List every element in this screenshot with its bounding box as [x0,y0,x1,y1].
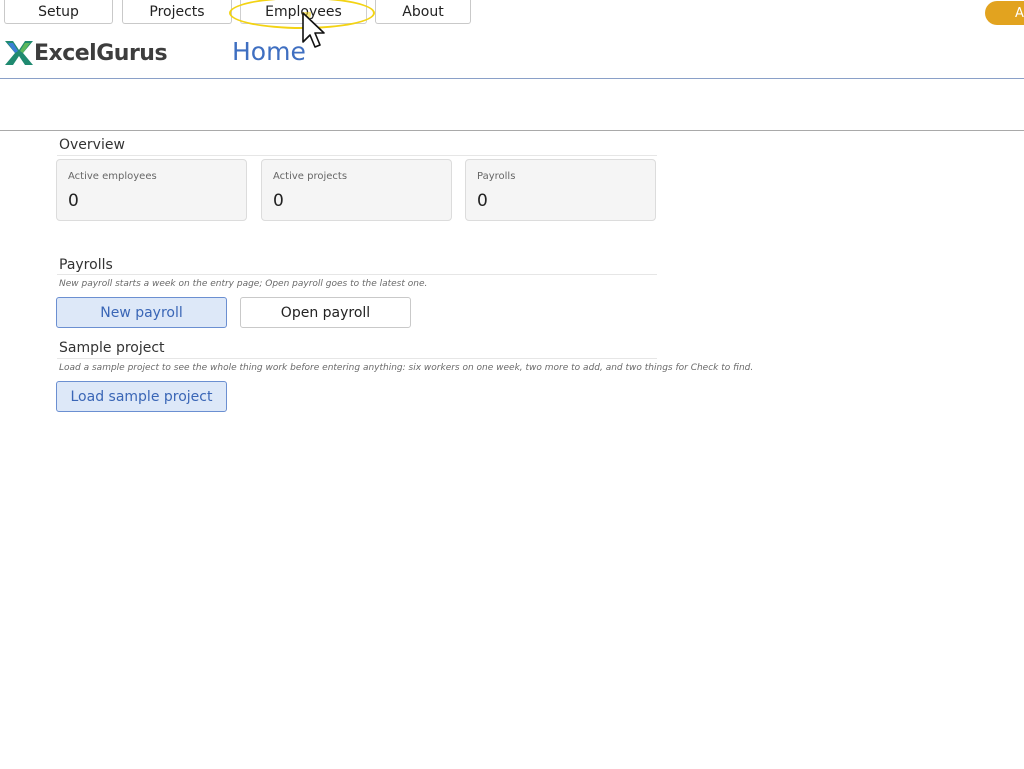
brand-logo: ExcelGurus [5,38,168,68]
stat-label: Active employees [68,171,157,182]
sample-project-note: Load a sample project to see the whole t… [59,363,754,373]
mouse-cursor-icon [302,12,325,48]
brand-name: ExcelGurus [34,40,168,66]
open-payroll-button[interactable]: Open payroll [240,297,411,328]
payrolls-note: New payroll starts a week on the entry p… [59,279,428,289]
toolbar-divider [0,130,1024,131]
stat-label: Payrolls [477,171,516,182]
payrolls-title: Payrolls [59,257,113,273]
tab-projects[interactable]: Projects [122,0,232,24]
header-divider [0,78,1024,79]
stat-label: Active projects [273,171,348,182]
payrolls-divider [57,274,657,275]
stat-card-payrolls: Payrolls 0 [465,159,656,221]
sample-project-title: Sample project [59,340,165,356]
tab-about[interactable]: About [375,0,471,24]
load-sample-project-button[interactable]: Load sample project [56,381,227,412]
stat-value: 0 [68,191,79,211]
page-title: Home [232,37,306,66]
account-button[interactable]: A [985,1,1024,25]
stat-value: 0 [477,191,488,211]
excelgurus-logo-icon [5,41,33,65]
overview-title: Overview [59,137,125,153]
stat-value: 0 [273,191,284,211]
new-payroll-button[interactable]: New payroll [56,297,227,328]
overview-divider [57,155,657,156]
tab-setup[interactable]: Setup [4,0,113,24]
stat-card-active-projects: Active projects 0 [261,159,452,221]
sample-project-divider [57,358,657,359]
stat-card-active-employees: Active employees 0 [56,159,247,221]
